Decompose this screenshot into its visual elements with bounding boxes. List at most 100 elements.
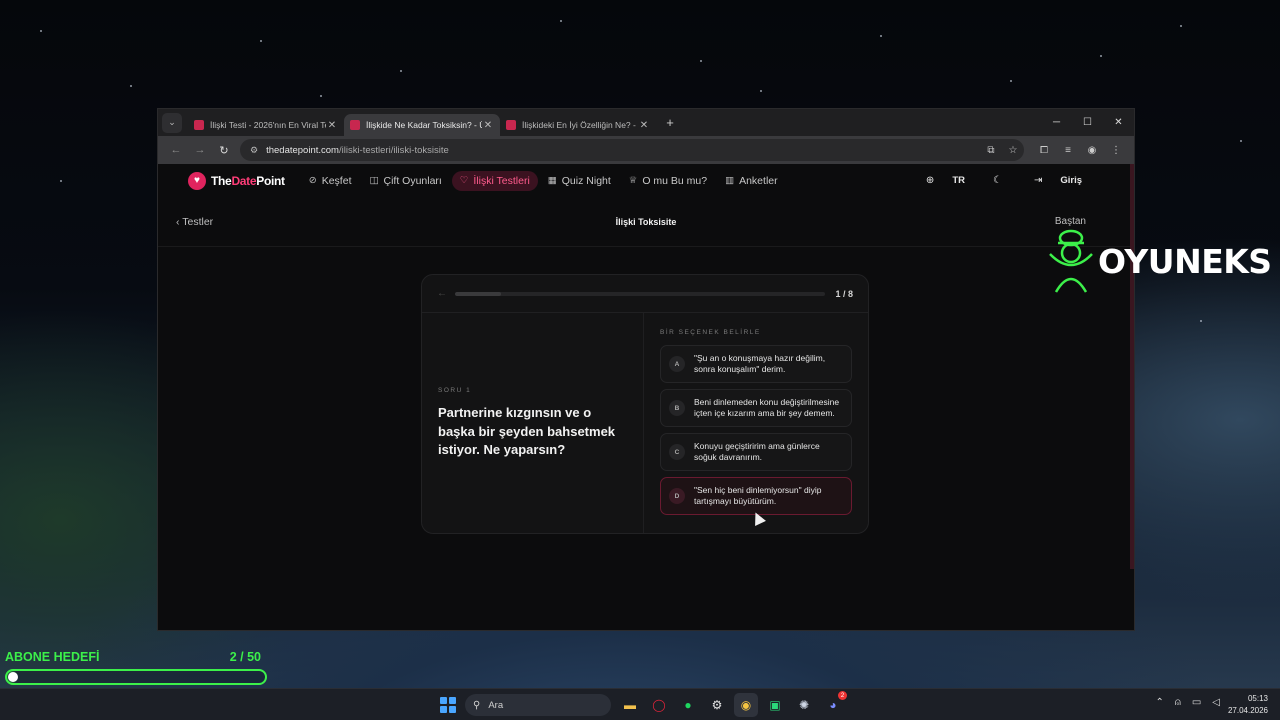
goal-label: ABONE HEDEFİ <box>5 650 100 664</box>
subscriber-goal-widget: ABONE HEDEFİ 2 / 50 <box>5 650 267 685</box>
browser-tab-1[interactable]: İlişki Testi - 2026'nın En Viral Te ✕ <box>188 114 344 136</box>
moon-icon: ☾ <box>992 175 1002 186</box>
quiz-card: ← 1 / 8 SORU 1 Partnerine kızgınsın ve o… <box>421 274 869 534</box>
heart-logo-icon: ♥ <box>188 171 206 190</box>
site-favicon-icon <box>194 120 204 130</box>
tab-strip: ⌄ İlişki Testi - 2026'nın En Viral Te ✕ … <box>158 109 1134 136</box>
compass-icon: ⊘ <box>308 175 317 186</box>
nav-item-quiz-night[interactable]: ▦ Quiz Night <box>540 171 619 191</box>
option-text: "Şu an o konuşmaya hazır değilim, sonra … <box>694 352 826 375</box>
nav-item-cift-oyunlari[interactable]: ◫ Çift Oyunları <box>362 171 450 191</box>
windows-taskbar: ⚲ Ara ▬ ◯ ● ⚙ ◉ ▣ ✺ ◕ 2 ⌃ ⍝ ▭ ◁ 05:13 27.… <box>0 688 1280 720</box>
clock-date: 27.04.2026 <box>1227 706 1268 715</box>
steam-icon[interactable]: ⚙ <box>705 693 729 717</box>
forward-arrow-icon[interactable]: → <box>188 144 212 156</box>
back-to-tests-link[interactable]: ‹ Testler <box>176 216 213 228</box>
maximize-icon[interactable]: ☐ <box>1072 109 1103 136</box>
browser-tab-2[interactable]: İlişkide Ne Kadar Toksiksin? - Ü ✕ <box>344 114 500 136</box>
reload-icon[interactable]: ↻ <box>212 144 236 157</box>
nav-item-anketler[interactable]: ▥ Anketler <box>717 171 786 191</box>
answers-panel: BİR SEÇENEK BELİRLE A "Şu an o konuşmaya… <box>644 313 868 533</box>
search-icon: ⚲ <box>473 699 481 711</box>
network-icon[interactable]: ▭ <box>1192 697 1201 708</box>
browser-toolbar: ← → ↻ ⚙ thedatepoint.com/iliski-testleri… <box>158 136 1134 164</box>
tab-title: İlişki Testi - 2026'nın En Viral Te <box>210 120 326 130</box>
answer-option-a[interactable]: A "Şu an o konuşmaya hazır değilim, sonr… <box>660 345 852 383</box>
tab-close-icon[interactable]: ✕ <box>326 120 338 131</box>
answer-option-c[interactable]: C Konuyu geçiştiririm ama günlerce soğuk… <box>660 433 852 471</box>
nav-right-actions: ⊕ TR ☾ ⇥ Giriş <box>898 164 1082 197</box>
trophy-icon: ♕ <box>628 175 638 186</box>
file-explorer-icon[interactable]: ▬ <box>618 693 642 717</box>
browser-tab-3[interactable]: İlişkideki En İyi Özelliğin Ne? - ✕ <box>500 114 656 136</box>
nav-item-o-mu-bu-mu[interactable]: ♕ O mu Bu mu? <box>621 171 715 191</box>
nav-item-kesfet[interactable]: ⊘ Keşfet <box>301 171 360 191</box>
menu-kebab-icon[interactable]: ⋮ <box>1104 145 1128 156</box>
goal-progress-knob <box>8 672 18 682</box>
taskbar-search-placeholder: Ara <box>488 699 504 711</box>
option-text: Beni dinlemeden konu değiştirilmesine iç… <box>694 396 840 419</box>
tab-search-button[interactable]: ⌄ <box>162 112 182 133</box>
theme-toggle[interactable]: ☾ <box>979 175 1006 186</box>
chrome-icon[interactable]: ◉ <box>734 693 758 717</box>
nav-item-iliski-testleri[interactable]: ♡ İlişki Testleri <box>451 170 538 191</box>
grid-icon: ▦ <box>547 175 557 186</box>
window-controls: ─ ☐ ✕ <box>1041 109 1134 136</box>
discord-icon[interactable]: ◕ 2 <box>821 691 847 717</box>
profile-icon[interactable]: ◉ <box>1080 145 1104 156</box>
tab-close-icon[interactable]: ✕ <box>638 120 650 131</box>
login-button[interactable]: ⇥ Giriş <box>1020 175 1082 186</box>
answer-option-d[interactable]: D "Sen hiç beni dinlemiyorsun" diyip tar… <box>660 477 852 515</box>
answers-label: BİR SEÇENEK BELİRLE <box>660 329 761 336</box>
answer-option-b[interactable]: B Beni dinlemeden konu değiştirilmesine … <box>660 389 852 427</box>
install-app-icon[interactable]: ⧉ <box>980 145 1002 156</box>
option-letter: C <box>669 444 685 460</box>
question-number-label: SORU 1 <box>438 387 472 395</box>
previous-question-icon[interactable]: ← <box>437 288 447 299</box>
chevron-up-icon[interactable]: ⌃ <box>1155 697 1163 708</box>
address-bar[interactable]: ⚙ thedatepoint.com/iliski-testleri/ilisk… <box>240 139 1024 161</box>
oyuneks-mascot-icon <box>1049 229 1093 293</box>
new-tab-button[interactable]: + <box>660 115 680 130</box>
media-control-icon[interactable]: ≡ <box>1056 145 1080 156</box>
tab-close-icon[interactable]: ✕ <box>482 120 494 131</box>
bookmark-star-icon[interactable]: ☆ <box>1002 145 1024 156</box>
system-clock[interactable]: 05:13 27.04.2026 <box>1228 693 1268 717</box>
login-icon: ⇥ <box>1033 175 1043 186</box>
site-favicon-icon <box>506 120 516 130</box>
spotify-icon[interactable]: ● <box>676 693 700 717</box>
goal-progress-bar <box>5 669 267 685</box>
url-path: /iliski-testleri/iliski-toksisite <box>338 144 449 156</box>
option-letter: B <box>669 400 685 416</box>
opera-gx-icon[interactable]: ◯ <box>647 693 671 717</box>
volume-icon[interactable]: ◁ <box>1212 697 1220 708</box>
minimize-icon[interactable]: ─ <box>1041 109 1072 136</box>
gamepad-icon: ◫ <box>369 175 379 186</box>
extensions-icon[interactable]: ⧠ <box>1032 145 1056 156</box>
heart-icon: ♡ <box>459 175 469 186</box>
question-text: Partnerine kızgınsın ve o başka bir şeyd… <box>438 405 616 458</box>
quiz-progress-bar <box>455 291 826 296</box>
language-switcher[interactable]: ⊕ TR <box>912 175 965 186</box>
quiz-subheader: ‹ Testler İlişki Toksisite Baştan <box>158 197 1134 247</box>
microphone-icon[interactable]: ⍝ <box>1175 697 1181 708</box>
oyuneks-watermark: OYUNEKS <box>1046 226 1272 296</box>
taskbar-apps: ▬ ◯ ● ⚙ ◉ ▣ ✺ ◕ 2 <box>618 691 850 717</box>
site-logo[interactable]: ♥ TheDatePoint <box>188 171 285 190</box>
page-title: İlişki Toksisite <box>615 216 677 227</box>
site-navbar: ♥ TheDatePoint ⊘ Keşfet ◫ Çift Oyunları ♡ İ… <box>158 164 1134 197</box>
site-settings-icon[interactable]: ⚙ <box>250 145 258 156</box>
taskbar-search[interactable]: ⚲ Ara <box>465 694 611 716</box>
back-arrow-icon[interactable]: ← <box>164 144 188 156</box>
close-window-icon[interactable]: ✕ <box>1103 109 1134 136</box>
option-letter: A <box>669 356 685 372</box>
page-scrollbar[interactable] <box>1130 164 1134 569</box>
windows-start-icon[interactable] <box>440 697 456 713</box>
obs-studio-icon[interactable]: ✺ <box>792 693 816 717</box>
bar-chart-icon: ▥ <box>725 175 735 186</box>
site-favicon-icon <box>350 120 360 130</box>
url-host: thedatepoint.com <box>266 144 339 156</box>
globe-icon: ⊕ <box>925 175 935 186</box>
whatsapp-icon[interactable]: ▣ <box>763 693 787 717</box>
site-content: ♥ TheDatePoint ⊘ Keşfet ◫ Çift Oyunları ♡ İ… <box>158 164 1134 630</box>
